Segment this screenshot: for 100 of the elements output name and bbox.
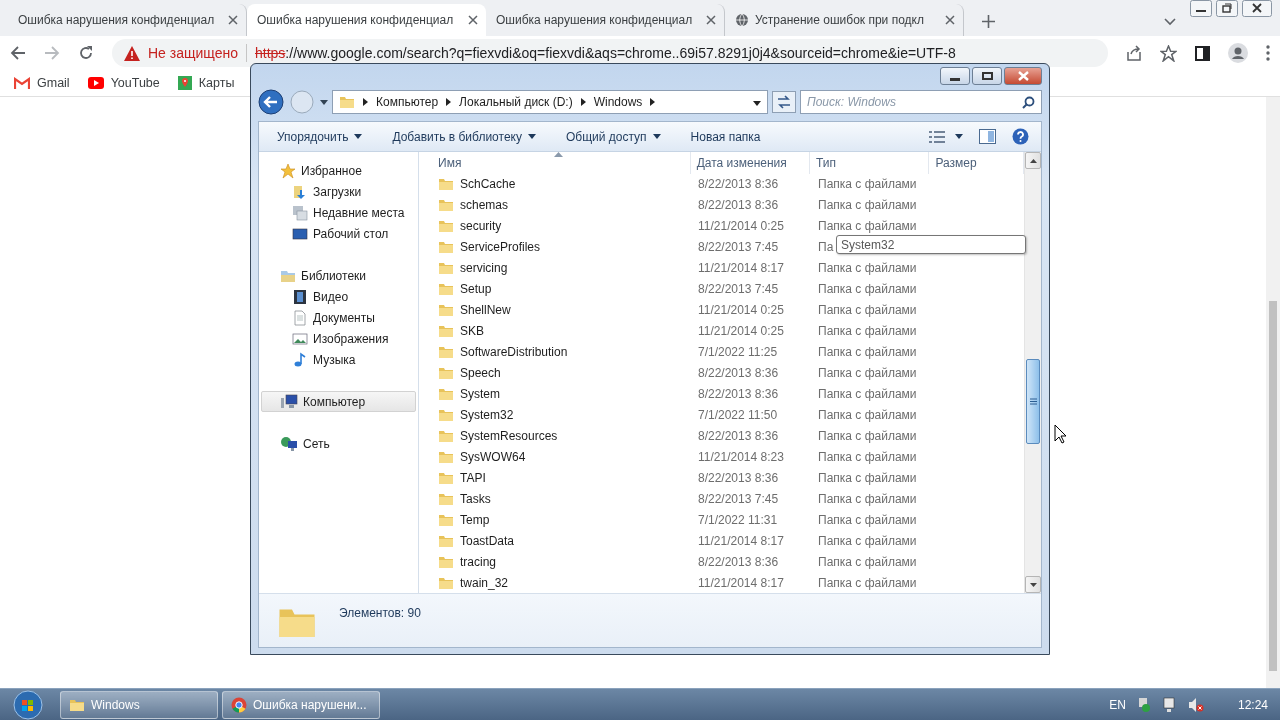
browser-tab[interactable]: Ошибка нарушения конфиденциал xyxy=(247,4,486,36)
help-icon[interactable] xyxy=(1012,128,1029,145)
nav-item[interactable]: Компьютер xyxy=(261,391,416,412)
bookmark-link[interactable]: YouTube xyxy=(87,76,160,90)
command-button[interactable]: Общий доступ xyxy=(555,126,671,147)
file-name[interactable]: ServiceProfiles xyxy=(419,239,692,256)
type-text: Папка с файлами xyxy=(818,345,917,360)
nav-item[interactable]: Библиотеки xyxy=(261,265,416,286)
music-note-icon xyxy=(292,351,308,368)
command-button[interactable]: Новая папка xyxy=(680,126,771,147)
minimize-icon[interactable] xyxy=(1190,0,1212,17)
date-text: 8/22/2013 7:45 xyxy=(698,491,779,506)
column-header[interactable]: Имя xyxy=(419,152,691,174)
date-text: 11/21/2014 0:25 xyxy=(698,303,784,318)
file-name[interactable]: security xyxy=(419,218,692,235)
back-icon[interactable] xyxy=(10,45,26,61)
desktop-icon xyxy=(292,225,308,242)
type-text: Папка с файлами xyxy=(818,428,917,443)
menu-icon[interactable] xyxy=(1266,45,1270,61)
file-name[interactable]: SchCache xyxy=(419,176,692,193)
nav-item[interactable]: Загрузки xyxy=(261,181,416,202)
nav-item[interactable]: Сеть xyxy=(261,433,416,454)
folder-icon xyxy=(438,281,454,298)
close-icon[interactable] xyxy=(468,15,478,25)
file-name[interactable]: SysWOW64 xyxy=(419,448,692,465)
close-icon[interactable] xyxy=(1242,0,1272,17)
file-name[interactable]: ShellNew xyxy=(419,302,692,319)
file-name[interactable]: schemas xyxy=(419,197,692,214)
caret-icon xyxy=(354,134,363,139)
warning-icon xyxy=(124,45,140,61)
back-button[interactable] xyxy=(258,89,286,115)
breadcrumb-item[interactable]: Локальный диск (D:) xyxy=(459,95,573,109)
view-list-icon[interactable] xyxy=(929,130,945,143)
file-name[interactable]: Tasks xyxy=(419,490,692,507)
grip-icon xyxy=(1029,398,1037,405)
new-tab-icon[interactable] xyxy=(982,15,995,28)
nav-item[interactable]: Избранное xyxy=(261,160,416,181)
nav-item[interactable]: Рабочий стол xyxy=(261,223,416,244)
start-orb-icon[interactable] xyxy=(13,689,43,720)
side-panel-icon[interactable] xyxy=(1195,45,1210,61)
nav-item[interactable]: Музыка xyxy=(261,349,416,370)
type-text: Папка с файлами xyxy=(818,303,917,318)
type-text: Папка с файлами xyxy=(818,449,917,464)
close-button[interactable] xyxy=(1004,67,1042,85)
share-icon[interactable] xyxy=(1126,45,1142,61)
scroll-down-button[interactable] xyxy=(1025,576,1041,593)
scroll-up-button[interactable] xyxy=(1025,152,1041,169)
column-header[interactable]: Тип xyxy=(810,152,930,174)
bookmark-link[interactable]: Gmail xyxy=(14,76,70,90)
profile-icon[interactable] xyxy=(1228,43,1248,63)
command-button[interactable]: Добавить в библиотеку xyxy=(382,126,546,147)
language-indicator[interactable]: EN xyxy=(1109,697,1126,712)
date-text: 11/21/2014 8:17 xyxy=(698,261,784,276)
nav-item[interactable]: Документы xyxy=(261,307,416,328)
date-text: 8/22/2013 8:36 xyxy=(698,177,779,192)
file-name[interactable]: Temp xyxy=(419,511,692,528)
scrollbar-thumb[interactable] xyxy=(1026,359,1040,444)
address-field[interactable]: Компьютер Локальный диск (D:) Windows xyxy=(332,90,768,114)
play-icon xyxy=(87,77,104,89)
item-count: Элементов: 90 xyxy=(339,606,421,620)
nav-item[interactable]: Недавние места xyxy=(261,202,416,223)
file-name[interactable]: Speech xyxy=(419,365,692,381)
file-name[interactable]: Setup xyxy=(419,281,692,298)
restore-icon[interactable] xyxy=(1216,0,1238,17)
reload-icon[interactable] xyxy=(78,45,94,61)
globe-icon xyxy=(735,13,749,27)
date-text: 7/1/2022 11:31 xyxy=(698,512,778,527)
preview-pane-icon[interactable] xyxy=(979,129,996,144)
nav-item[interactable]: Видео xyxy=(261,286,416,307)
folder-icon xyxy=(438,260,454,277)
speaker-muted-icon[interactable] xyxy=(1187,696,1204,713)
file-name[interactable]: SystemResources xyxy=(419,427,692,444)
folder-icon xyxy=(438,218,454,235)
close-icon[interactable] xyxy=(228,15,238,25)
tooltip: System32 xyxy=(836,235,1026,254)
close-icon[interactable] xyxy=(706,15,716,25)
network-icon[interactable] xyxy=(1161,696,1178,713)
command-button[interactable]: Упорядочить xyxy=(267,126,373,147)
maximize-button[interactable] xyxy=(972,67,1002,85)
file-name[interactable]: TAPI xyxy=(419,469,692,486)
close-icon[interactable] xyxy=(945,15,955,25)
file-name[interactable]: tracing xyxy=(419,553,692,570)
breadcrumb-item[interactable]: Windows xyxy=(593,95,643,109)
file-name[interactable]: SoftwareDistribution xyxy=(419,344,692,361)
date-text: 11/21/2014 0:25 xyxy=(698,324,784,339)
file-name[interactable]: System xyxy=(419,385,692,402)
type-text: Папка с файлами xyxy=(818,366,917,380)
file-name[interactable]: ToastData xyxy=(419,532,692,549)
tab-search-icon[interactable] xyxy=(1164,18,1176,26)
nav-item[interactable]: Изображения xyxy=(261,328,416,349)
file-name[interactable]: SKB xyxy=(419,323,692,340)
breadcrumb-item[interactable]: Компьютер xyxy=(376,95,439,109)
bookmark-link[interactable]: Карты xyxy=(177,76,235,90)
file-name[interactable]: twain_32 xyxy=(419,574,692,591)
file-name[interactable]: System32 xyxy=(419,406,692,423)
refresh-icon[interactable] xyxy=(772,91,796,113)
minimize-button[interactable] xyxy=(940,67,970,85)
star-icon[interactable] xyxy=(1160,44,1177,62)
file-name[interactable]: servicing xyxy=(419,260,692,277)
column-header[interactable]: Дата изменения xyxy=(690,152,811,174)
